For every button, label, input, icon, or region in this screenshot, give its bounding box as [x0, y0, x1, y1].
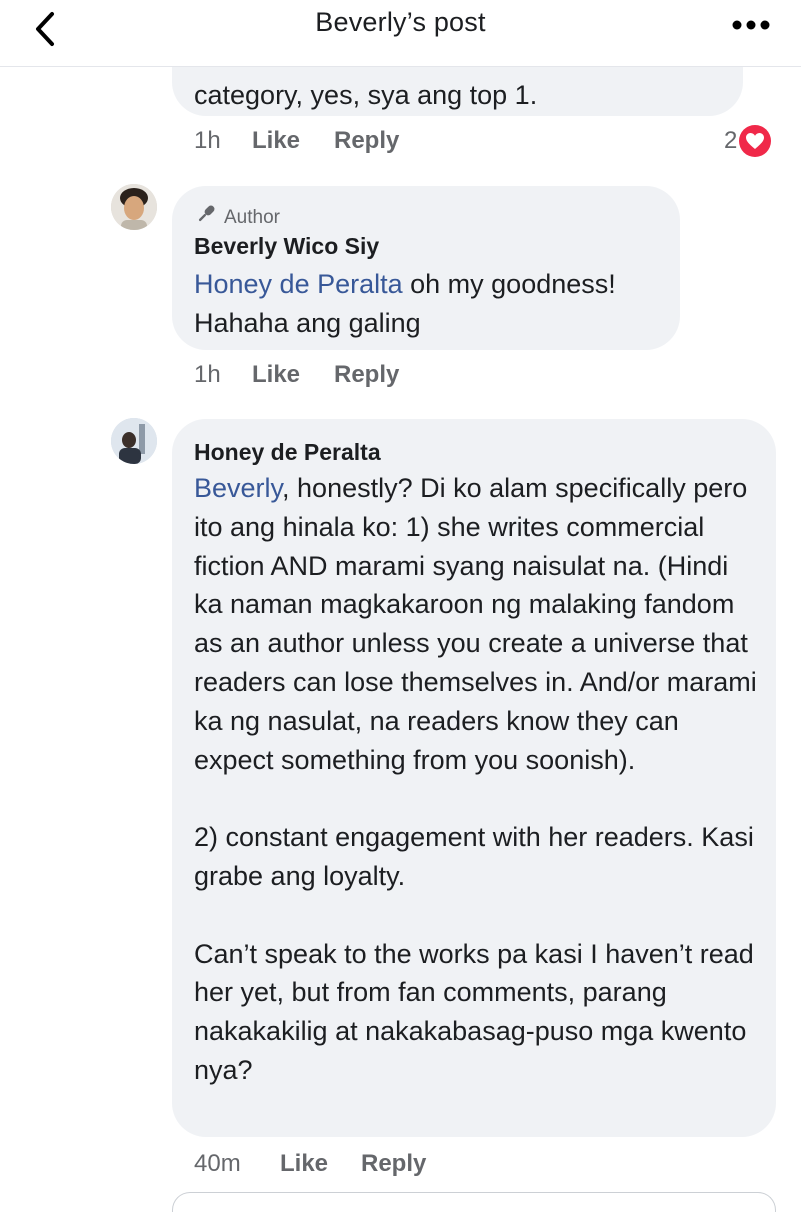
reaction-count: 2 — [724, 127, 738, 154]
reply-button[interactable]: Reply — [334, 361, 399, 389]
more-options-icon[interactable] — [729, 15, 779, 35]
comment-text-part: , honestly? Di ko alam specifically pero… — [194, 473, 757, 775]
reaction-summary[interactable]: 2 — [724, 124, 772, 158]
comment-body: Beverly, honestly? Di ko alam specifical… — [194, 469, 764, 1090]
like-button[interactable]: Like — [252, 361, 300, 389]
author-badge: Author — [194, 202, 280, 233]
comment-bubble: Author Beverly Wico Siy Honey de Peralta… — [172, 186, 680, 350]
avatar[interactable] — [111, 418, 157, 464]
comment-text-part: oh my goodness! — [402, 269, 616, 299]
comment-bubble: Honey de Peralta Beverly, honestly? Di k… — [172, 419, 776, 1137]
comment-text: category, yes, sya ang top 1. — [194, 80, 538, 110]
comment-actions: 1h Like Reply — [194, 361, 494, 391]
comment-actions: 1h Like Reply — [194, 127, 754, 157]
like-button[interactable]: Like — [280, 1150, 328, 1178]
comment-paragraph: Beverly, honestly? Di ko alam specifical… — [194, 469, 764, 779]
heart-icon — [739, 125, 772, 157]
comment-actions: 40m Like Reply — [194, 1150, 494, 1180]
commenter-name[interactable]: Beverly Wico Siy — [194, 231, 379, 261]
microphone-icon — [194, 202, 218, 233]
reply-button[interactable]: Reply — [334, 127, 399, 155]
badge-label: Author — [224, 206, 280, 228]
comment-text: Honey de Peralta oh my goodness! Hahaha … — [194, 265, 664, 343]
commenter-name[interactable]: Honey de Peralta — [194, 437, 381, 467]
comment-time: 40m — [194, 1150, 241, 1177]
page-title: Beverly’s post — [315, 7, 486, 37]
next-comment-box — [172, 1192, 776, 1212]
mention-link[interactable]: Beverly — [194, 473, 282, 503]
top-bar: Beverly’s post — [0, 0, 801, 67]
comment-paragraph: 2) constant engagement with her readers.… — [194, 822, 754, 891]
mention-link[interactable]: Honey de Peralta — [194, 269, 403, 299]
comment-time: 1h — [194, 127, 221, 154]
comment-text-part: Hahaha ang galing — [194, 307, 421, 338]
comment-paragraph: Can’t speak to the works pa kasi I haven… — [194, 938, 754, 1085]
like-button[interactable]: Like — [252, 127, 300, 155]
reply-button[interactable]: Reply — [361, 1150, 426, 1178]
comment-time: 1h — [194, 361, 221, 388]
avatar[interactable] — [111, 184, 157, 230]
